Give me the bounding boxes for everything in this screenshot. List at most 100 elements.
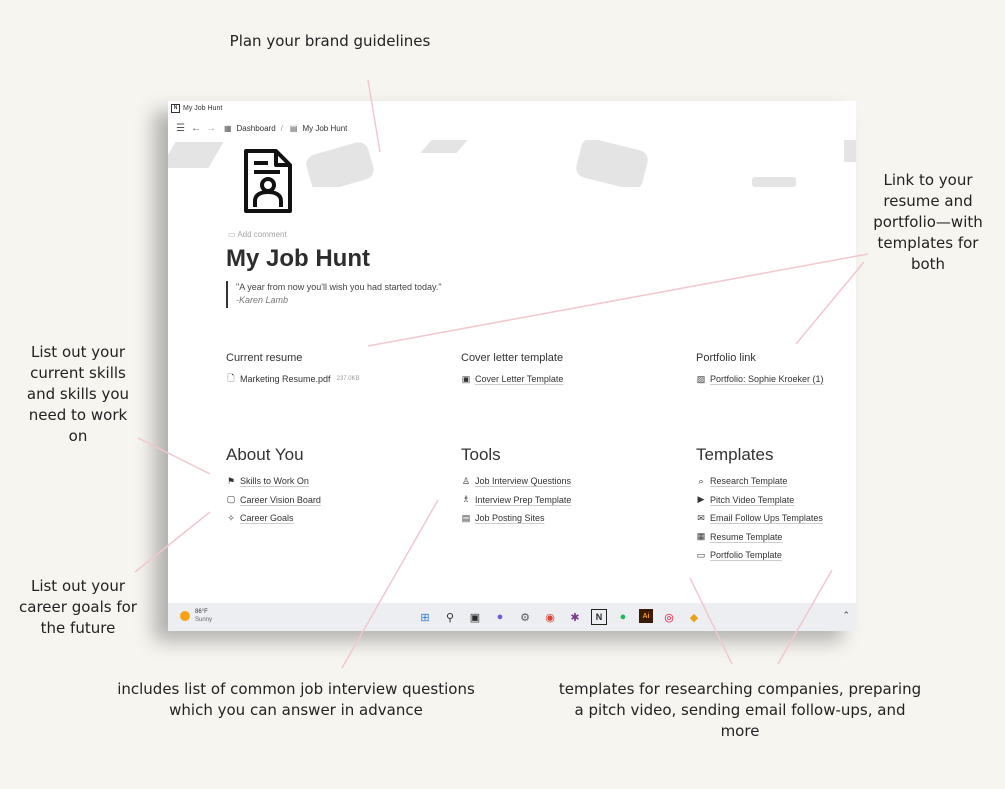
start-icon[interactable]: ⊞: [416, 609, 434, 625]
research-icon: ⌕: [698, 475, 704, 486]
resume-template-link[interactable]: ▦ Resume Template: [696, 528, 823, 547]
email-icon: ✉: [697, 512, 705, 523]
comment-icon: ▭: [228, 230, 236, 239]
add-comment-button[interactable]: ▭ Add comment: [228, 230, 287, 239]
annotation-skills: List out your current skills and skills …: [26, 343, 130, 445]
portfolio-heading: Portfolio link: [696, 352, 756, 364]
career-vision-board-link[interactable]: ▢ Career Vision Board: [226, 491, 321, 510]
quote-block[interactable]: "A year from now you'll wish you had sta…: [226, 281, 442, 308]
cover-letter-label: Cover Letter Template: [475, 374, 564, 385]
portfolio-link[interactable]: ▨ Portfolio: Sophie Kroeker (1): [696, 370, 824, 389]
research-template-link[interactable]: ⌕ Research Template: [696, 472, 823, 491]
job-posting-sites-link[interactable]: ▤ Job Posting Sites: [461, 509, 571, 528]
resume-file-size: 237.0KB: [336, 376, 360, 383]
annotation-templates: templates for researching companies, pre…: [558, 680, 922, 740]
job-posting-sites-label: Job Posting Sites: [475, 513, 545, 524]
pitch-video-template-link[interactable]: ▶ Pitch Video Template: [696, 491, 823, 510]
resume-file-link[interactable]: 🗋 Marketing Resume.pdf 237.0KB: [226, 370, 360, 389]
weather-temperature: 86°F: [195, 609, 208, 615]
signpost-icon: ⚑: [226, 475, 236, 486]
resume-file-name: Marketing Resume.pdf: [240, 374, 331, 385]
annotation-resume-link: Link to your resume and portfolio—with t…: [873, 171, 983, 273]
about-you-heading: About You: [226, 445, 304, 464]
cover-letter-link[interactable]: ▣ Cover Letter Template: [461, 370, 564, 389]
quote-text: "A year from now you'll wish you had sta…: [236, 282, 442, 292]
chrome-icon[interactable]: ◉: [541, 609, 559, 625]
page-title: My Job Hunt: [226, 245, 370, 272]
career-vision-board-label: Career Vision Board: [240, 494, 321, 505]
interview-prep-template-link[interactable]: ♗ Interview Prep Template: [461, 491, 571, 510]
skills-to-work-on-link[interactable]: ⚑ Skills to Work On: [226, 472, 321, 491]
navigation-bar: ☰ ← → ▦ Dashboard / ▤ My Job Hunt: [168, 116, 856, 140]
person-icon: ♙: [461, 475, 471, 486]
task-view-icon[interactable]: ▣: [466, 609, 484, 625]
breadcrumb-separator: /: [280, 123, 283, 133]
weather-widget[interactable]: 86°F Sunny: [180, 608, 212, 624]
templates-heading: Templates: [696, 445, 774, 464]
folder-icon: ▭: [696, 549, 706, 560]
chat-icon[interactable]: ●: [491, 609, 509, 625]
about-you-section: About You ⚑ Skills to Work On ▢ Career Vis…: [226, 445, 321, 528]
spotify-icon[interactable]: ●: [614, 609, 632, 625]
weather-condition: Sunny: [195, 617, 213, 623]
annotation-interview: includes list of common job interview qu…: [117, 680, 475, 719]
resume-template-label: Resume Template: [710, 531, 783, 542]
goals-icon: ✧: [227, 512, 235, 523]
templates-section: Templates ⌕ Research Template ▶ Pitch Vide…: [696, 445, 823, 565]
video-icon: ▶: [697, 494, 705, 505]
slack-icon[interactable]: ✱: [566, 609, 584, 625]
window-title: My Job Hunt: [183, 104, 223, 112]
career-goals-label: Career Goals: [240, 513, 294, 524]
list-icon: ▤: [461, 512, 471, 523]
portfolio-section: Portfolio link ▨ Portfolio: Sophie Kroek…: [696, 352, 824, 389]
photos-app-icon[interactable]: ◆: [685, 609, 703, 625]
notion-app-icon[interactable]: N: [591, 609, 607, 625]
cover-letter-heading: Cover letter template: [461, 352, 564, 364]
breadcrumb-dashboard[interactable]: Dashboard: [237, 124, 276, 133]
vision-board-icon: ▢: [226, 494, 236, 505]
research-template-label: Research Template: [710, 476, 788, 487]
interview-prep-template-label: Interview Prep Template: [475, 494, 572, 505]
resume-document-icon[interactable]: [242, 149, 294, 213]
quote-author: -Karen Lamb: [236, 295, 289, 305]
breadcrumb-my-job-hunt[interactable]: My Job Hunt: [302, 124, 347, 133]
search-icon[interactable]: ⚲: [441, 609, 459, 625]
add-comment-label: Add comment: [237, 230, 287, 239]
tools-heading: Tools: [461, 445, 501, 464]
settings-gear-icon[interactable]: ⚙: [516, 609, 534, 625]
email-follow-ups-templates-link[interactable]: ✉ Email Follow Ups Templates: [696, 509, 823, 528]
dashboard-icon: ▦: [223, 123, 232, 133]
pinterest-icon[interactable]: ◎: [660, 609, 678, 625]
notion-logo-icon: N: [171, 103, 180, 113]
presenter-icon: ♗: [461, 494, 471, 505]
email-follow-ups-templates-label: Email Follow Ups Templates: [710, 513, 823, 524]
annotation-brand: Plan your brand guidelines: [229, 32, 431, 50]
job-interview-questions-label: Job Interview Questions: [475, 476, 572, 487]
portfolio-label: Portfolio: Sophie Kroeker (1): [710, 374, 824, 385]
career-goals-link[interactable]: ✧ Career Goals: [226, 509, 321, 528]
portfolio-template-link[interactable]: ▭ Portfolio Template: [696, 546, 823, 565]
tools-section: Tools ♙ Job Interview Questions ♗ Intervie…: [461, 445, 571, 528]
back-arrow-icon[interactable]: ←: [191, 123, 201, 134]
resume-icon: ▦: [696, 531, 706, 542]
page-doc-icon: ▤: [289, 123, 298, 133]
illustrator-icon[interactable]: Ai: [639, 609, 653, 623]
pitch-video-template-label: Pitch Video Template: [710, 494, 795, 505]
windows-taskbar: 86°F Sunny ⊞ ⚲ ▣ ● ⚙ ◉ ✱ N ● Ai ◎ ◆ ⌃: [168, 603, 856, 631]
menu-icon[interactable]: ☰: [176, 123, 185, 134]
annotation-goals: List out your career goals for the futur…: [19, 577, 137, 637]
cover-letter-section: Cover letter template ▣ Cover Letter Tem…: [461, 352, 563, 389]
chevron-up-icon[interactable]: ⌃: [842, 610, 850, 621]
skills-to-work-on-label: Skills to Work On: [240, 476, 309, 487]
portfolio-template-label: Portfolio Template: [710, 550, 782, 561]
portfolio-icon: ▨: [696, 373, 706, 384]
sun-icon: [180, 611, 190, 621]
pdf-file-icon: 🗋: [227, 373, 235, 384]
id-card-icon: ▣: [461, 373, 471, 384]
forward-arrow-icon[interactable]: →: [206, 123, 216, 134]
current-resume-section: Current resume 🗋 Marketing Resume.pdf 23…: [226, 352, 360, 389]
current-resume-heading: Current resume: [226, 352, 303, 364]
notion-window: N My Job Hunt ☰ ← → ▦ Dashboard / ▤ My J…: [168, 101, 856, 631]
job-interview-questions-link[interactable]: ♙ Job Interview Questions: [461, 472, 571, 491]
window-titlebar: N My Job Hunt: [168, 101, 856, 115]
